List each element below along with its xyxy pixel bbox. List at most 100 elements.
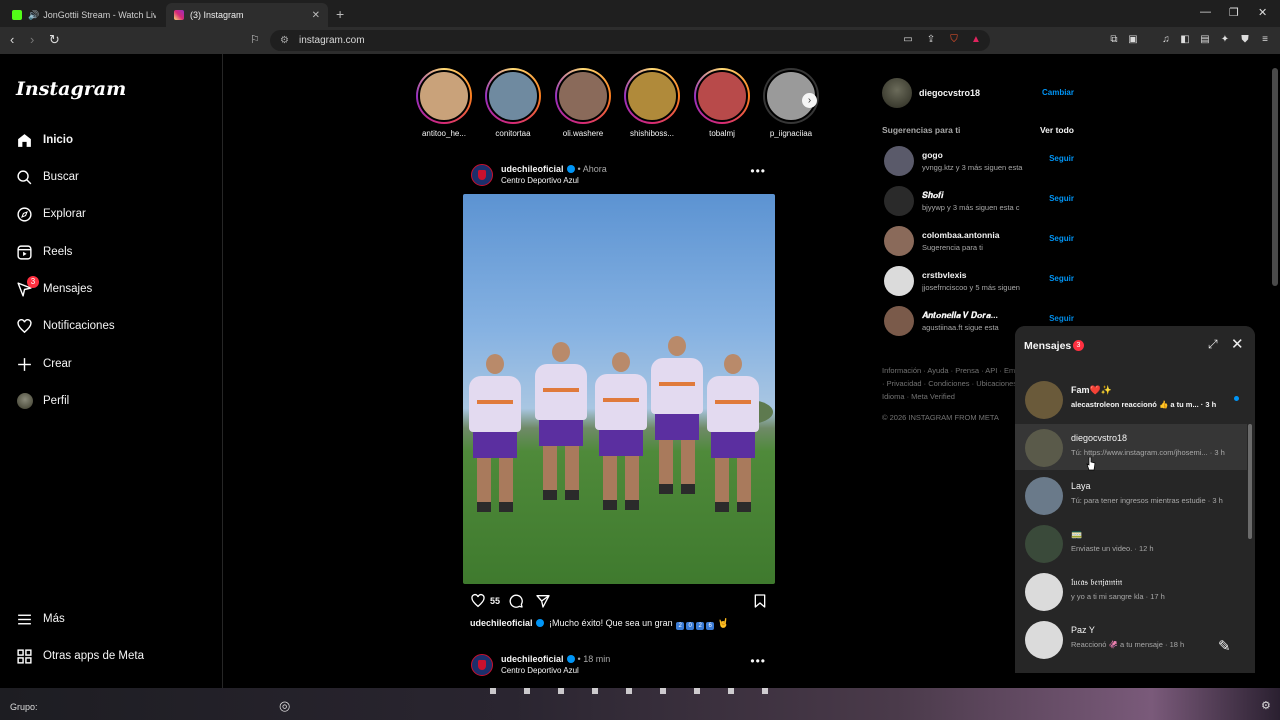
- expand-icon[interactable]: ⤢: [1208, 337, 1218, 352]
- comment-icon[interactable]: [508, 593, 524, 612]
- suggestion-avatar[interactable]: [884, 266, 914, 296]
- leo-ai-icon[interactable]: ✦: [1219, 34, 1231, 46]
- tab-instagram[interactable]: (3) Instagram ✕: [166, 3, 328, 27]
- nav-item-crear[interactable]: Crear: [16, 352, 72, 376]
- post-username[interactable]: udechileoficial: [501, 654, 564, 664]
- pointer-icon[interactable]: ◎: [279, 698, 290, 714]
- minimize-button[interactable]: —: [1200, 6, 1211, 18]
- story-item[interactable]: oli.washere: [553, 68, 613, 138]
- conversation-item[interactable]: Fam❤️✨ alecastroleon reaccionó 👍 a tu m.…: [1015, 376, 1247, 422]
- suggestion-username[interactable]: 𝑺𝒉𝒐𝒇𝒊: [922, 190, 943, 201]
- brave-shield-icon[interactable]: ⛉: [948, 34, 960, 46]
- save-icon[interactable]: [752, 593, 768, 612]
- story-item[interactable]: tobalmj: [692, 68, 752, 138]
- nav-item-mensajes[interactable]: 3 Mensajes: [16, 275, 92, 301]
- current-user-avatar[interactable]: [882, 78, 912, 108]
- nav-item-buscar[interactable]: Buscar: [16, 165, 79, 189]
- url-text: instagram.com: [298, 35, 365, 46]
- post-header: udechileoficial • Ahora Centro Deportivo …: [471, 164, 776, 190]
- story-username: antitoo_he...: [421, 129, 467, 138]
- suggestion-avatar[interactable]: [884, 146, 914, 176]
- screenshot-icon[interactable]: ▣: [1127, 34, 1139, 46]
- instagram-logo[interactable]: Instagram: [16, 78, 126, 100]
- suggestions-header: Sugerencias para ti Ver todo: [882, 125, 1074, 135]
- suggestion-avatar[interactable]: [884, 226, 914, 256]
- brave-rewards-icon[interactable]: ▲: [970, 34, 982, 46]
- post-avatar[interactable]: [471, 654, 493, 676]
- story-item[interactable]: antitoo_he...: [414, 68, 474, 138]
- mouse-cursor-icon: [1086, 457, 1096, 471]
- menu-icon[interactable]: ≡: [1259, 34, 1271, 46]
- scrollbar-thumb[interactable]: [1248, 424, 1252, 539]
- suggestion-username[interactable]: colombaa.antonnia: [922, 230, 999, 240]
- conversation-item[interactable]: diegocvstro18 Tú: https://www.instagram.…: [1015, 424, 1247, 470]
- suggestion-username[interactable]: gogo: [922, 150, 943, 160]
- page-scrollbar[interactable]: [1270, 54, 1280, 688]
- extensions-icon[interactable]: ⧉: [1108, 34, 1120, 46]
- story-item[interactable]: conitortaa: [483, 68, 543, 138]
- vpn-icon[interactable]: ⛊: [1239, 34, 1251, 46]
- close-icon[interactable]: ✕: [1231, 335, 1244, 353]
- close-tab-icon[interactable]: ✕: [312, 10, 320, 21]
- player-jersey: [651, 358, 703, 414]
- share-icon[interactable]: ⇪: [925, 34, 937, 46]
- conversation-item[interactable]: 𝔩𝔲𝔠𝔞𝔰 𝔟𝔢𝔫𝔧𝔞𝔪𝔦𝔫 y yo a ti mi sangre kla ·…: [1015, 568, 1247, 614]
- messages-scrollbar[interactable]: [1247, 366, 1253, 666]
- like-count[interactable]: 55: [490, 596, 500, 606]
- follow-button[interactable]: Seguir: [1049, 274, 1074, 283]
- nav-item-perfil[interactable]: Perfil: [16, 389, 69, 413]
- post-location[interactable]: Centro Deportivo Azul: [501, 666, 579, 675]
- tab-kick-stream[interactable]: 🔊 JonGottii Stream - Watch Live on: [4, 3, 164, 27]
- restore-button[interactable]: ❐: [1229, 6, 1239, 19]
- close-window-button[interactable]: ✕: [1258, 6, 1267, 19]
- nav-item-mas[interactable]: Más: [16, 607, 65, 631]
- current-username[interactable]: diegocvstro18: [919, 88, 980, 98]
- conversation-item[interactable]: Laya Tú: para tener ingresos mientras es…: [1015, 472, 1247, 518]
- post-location[interactable]: Centro Deportivo Azul: [501, 176, 579, 185]
- new-tab-button[interactable]: +: [336, 6, 344, 22]
- sidebar-icon[interactable]: ◧: [1179, 34, 1191, 46]
- nav-item-inicio[interactable]: Inicio: [16, 128, 73, 152]
- nav-item-otras-apps[interactable]: Otras apps de Meta: [16, 644, 144, 668]
- like-icon[interactable]: [470, 593, 486, 612]
- reload-icon[interactable]: ↻: [49, 32, 60, 48]
- bookmark-icon[interactable]: ⚐: [250, 33, 260, 46]
- settings-icon[interactable]: ⚙: [1261, 699, 1271, 712]
- post-username[interactable]: udechileoficial: [501, 164, 564, 174]
- compose-message-icon[interactable]: ✎: [1218, 637, 1231, 655]
- suggestion-avatar[interactable]: [884, 186, 914, 216]
- stories-next-icon[interactable]: ›: [802, 93, 817, 108]
- more-options-icon[interactable]: •••: [750, 164, 766, 178]
- caption-username[interactable]: udechileoficial: [470, 618, 533, 628]
- footer-links[interactable]: Información · Ayuda · Prensa · API · Emp…: [882, 364, 1032, 403]
- follow-button[interactable]: Seguir: [1049, 234, 1074, 243]
- media-icon[interactable]: ♫: [1160, 34, 1172, 46]
- conversation-preview: Enviaste un video. · 12 h: [1071, 544, 1154, 553]
- follow-button[interactable]: Seguir: [1049, 154, 1074, 163]
- forward-icon[interactable]: ›: [30, 32, 34, 47]
- more-options-icon[interactable]: •••: [750, 654, 766, 668]
- nav-item-explorar[interactable]: Explorar: [16, 202, 86, 226]
- nav-item-reels[interactable]: Reels: [16, 240, 72, 264]
- site-settings-icon[interactable]: ⚙: [280, 35, 289, 46]
- scrollbar-thumb[interactable]: [1272, 68, 1278, 286]
- back-icon[interactable]: ‹: [10, 32, 14, 47]
- suggestion-username[interactable]: 𝑨𝒏𝒕𝒐𝒏𝒆𝒍𝒍𝒂 𝑽 𝑫𝒐𝒓𝒂...: [922, 310, 998, 321]
- conversation-avatar: [1025, 477, 1063, 515]
- suggestion-username[interactable]: crstbvlexis: [922, 270, 966, 280]
- suggestion-avatar[interactable]: [884, 306, 914, 336]
- post-avatar[interactable]: [471, 164, 493, 186]
- switch-account-button[interactable]: Cambiar: [1042, 88, 1074, 97]
- wallet-icon[interactable]: ▤: [1199, 34, 1211, 46]
- post-image[interactable]: [463, 194, 775, 584]
- conversation-item[interactable]: 🚃 Enviaste un video. · 12 h: [1015, 520, 1247, 566]
- share-icon[interactable]: [535, 593, 551, 612]
- conversation-item[interactable]: Paz Y Reaccionó 🦑 a tu mensaje · 18 h: [1015, 616, 1247, 662]
- nav-item-notificaciones[interactable]: Notificaciones: [16, 314, 115, 338]
- cast-icon[interactable]: ▭: [902, 34, 914, 46]
- see-all-button[interactable]: Ver todo: [1040, 125, 1074, 135]
- address-bar[interactable]: ⚙ instagram.com: [270, 30, 990, 51]
- story-item[interactable]: shishiboss...: [622, 68, 682, 138]
- follow-button[interactable]: Seguir: [1049, 314, 1074, 323]
- follow-button[interactable]: Seguir: [1049, 194, 1074, 203]
